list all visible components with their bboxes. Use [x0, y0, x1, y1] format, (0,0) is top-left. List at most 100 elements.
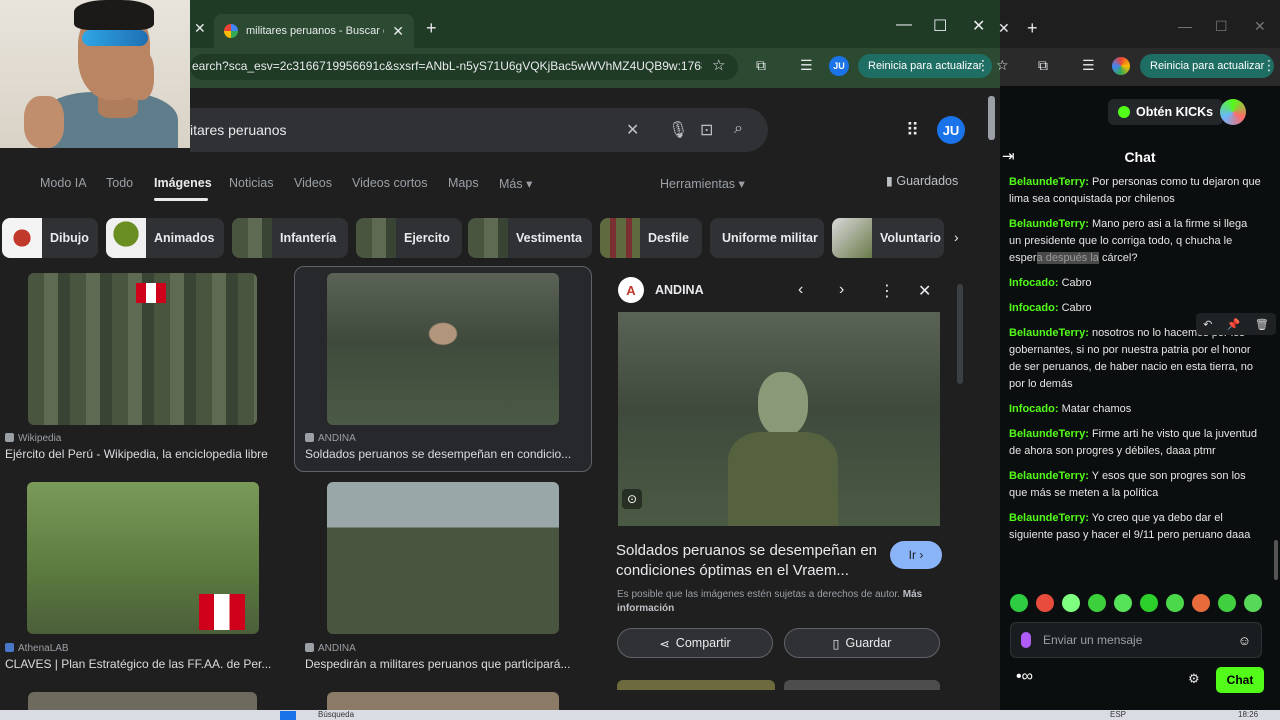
emote-icon[interactable]: [1088, 594, 1106, 612]
chat-message[interactable]: BelaundeTerry: Firme arti he visto que l…: [1009, 426, 1261, 460]
delete-icon[interactable]: 🗑: [1255, 318, 1269, 331]
minimize-icon[interactable]: —: [896, 16, 912, 34]
close-tab-icon[interactable]: ✕: [998, 20, 1010, 37]
language-indicator[interactable]: ESP: [1110, 710, 1126, 719]
emote-icon[interactable]: [1010, 594, 1028, 612]
close-window-icon[interactable]: ✕: [1254, 18, 1266, 35]
get-kicks-button[interactable]: Obtén KICKs: [1108, 99, 1224, 125]
update-button[interactable]: Reinicia para actualizar: [1140, 54, 1275, 78]
tab-search-icon[interactable]: ☰: [800, 57, 813, 74]
lens-search-icon[interactable]: ⊡: [700, 120, 713, 140]
chat-message[interactable]: BelaundeTerry: Mano pero asi a la firme …: [1009, 216, 1261, 267]
chat-message[interactable]: BelaundeTerry: Por personas como tu deja…: [1009, 174, 1261, 208]
tab-noticias[interactable]: Noticias: [229, 176, 273, 190]
more-options-icon[interactable]: ⋮: [879, 281, 895, 301]
chat-message[interactable]: Infocado: Cabro: [1009, 275, 1261, 292]
pin-icon[interactable]: 📌: [1227, 318, 1241, 331]
chip-animados[interactable]: Animados: [106, 218, 224, 258]
maximize-icon[interactable]: ☐: [933, 16, 947, 36]
emote-icon[interactable]: [1062, 594, 1080, 612]
emote-icon[interactable]: [1140, 594, 1158, 612]
address-url[interactable]: earch?sca_esv=2c3166719956691c&sxsrf=ANb…: [192, 59, 702, 73]
chat-username[interactable]: Infocado: [1009, 403, 1055, 415]
tools-button[interactable]: Herramientas ▾: [660, 176, 745, 191]
result-caption[interactable]: Ejército del Perú - Wikipedia, la encicl…: [5, 447, 280, 461]
result-image-6[interactable]: [327, 692, 559, 710]
menu-dots-icon[interactable]: ⋮: [976, 57, 990, 74]
chat-message[interactable]: BelaundeTerry: Yo creo que ya debo dar e…: [1009, 510, 1261, 544]
share-button[interactable]: ⋖ Compartir: [617, 628, 773, 658]
clear-search-icon[interactable]: ✕: [626, 120, 639, 140]
chip-voluntario[interactable]: Voluntario: [832, 218, 944, 258]
tab-modo-ia[interactable]: Modo IA: [40, 176, 87, 190]
tab-videos-cortos[interactable]: Videos cortos: [352, 176, 428, 190]
result-caption[interactable]: Despedirán a militares peruanos que part…: [305, 657, 585, 671]
emote-icon[interactable]: [1166, 594, 1184, 612]
windows-start-icon[interactable]: [280, 711, 296, 720]
result-image-1[interactable]: [28, 273, 257, 425]
chat-message[interactable]: BelaundeTerry: Y esos que son progres so…: [1009, 468, 1261, 502]
menu-dots-icon[interactable]: ⋮: [1262, 57, 1276, 74]
apps-grid-icon[interactable]: ⠿: [906, 120, 919, 141]
tab-videos[interactable]: Videos: [294, 176, 332, 190]
search-input[interactable]: itares peruanos: [190, 122, 287, 138]
gear-icon[interactable]: ⚙: [1188, 671, 1200, 687]
tab-imagenes[interactable]: Imágenes: [154, 176, 212, 190]
bookmark-star-icon[interactable]: ☆: [712, 56, 725, 74]
clock[interactable]: 18:26: [1238, 710, 1258, 719]
chat-message[interactable]: Infocado: Matar chamos: [1009, 401, 1261, 418]
chip-uniforme-militar[interactable]: Uniforme militar: [710, 218, 824, 258]
emote-icon[interactable]: [1114, 594, 1132, 612]
profile-avatar[interactable]: JU: [829, 56, 849, 76]
result-image-4[interactable]: [327, 482, 559, 634]
chat-scrollbar[interactable]: [1274, 540, 1278, 580]
saved-button[interactable]: ▮ Guardados: [886, 173, 958, 188]
preview-image[interactable]: [618, 312, 940, 526]
visit-button[interactable]: Ir ›: [890, 541, 942, 569]
related-image[interactable]: [784, 680, 940, 690]
chat-username[interactable]: Infocado: [1009, 277, 1055, 289]
result-caption[interactable]: Soldados peruanos se desempeñan en condi…: [305, 447, 585, 461]
page-scrollbar[interactable]: [988, 96, 995, 140]
bookmark-star-icon[interactable]: ☆: [996, 57, 1009, 74]
chat-username[interactable]: BelaundeTerry: [1009, 327, 1085, 339]
chat-username[interactable]: BelaundeTerry: [1009, 512, 1085, 524]
lens-icon[interactable]: ⊙: [622, 489, 642, 509]
extensions-icon[interactable]: ⧉: [1038, 57, 1048, 74]
chip-ejercito[interactable]: Ejercito: [356, 218, 462, 258]
tab-todo[interactable]: Todo: [106, 176, 133, 190]
maximize-icon[interactable]: ☐: [1215, 18, 1228, 35]
reply-icon[interactable]: ↶: [1203, 318, 1212, 331]
send-chat-button[interactable]: Chat: [1216, 667, 1264, 693]
tab-maps[interactable]: Maps: [448, 176, 479, 190]
previous-image-icon[interactable]: ‹: [798, 281, 803, 299]
chat-username[interactable]: BelaundeTerry: [1009, 470, 1085, 482]
new-tab-icon[interactable]: +: [1027, 18, 1038, 39]
result-image-5[interactable]: [28, 692, 257, 710]
emote-icon[interactable]: [1192, 594, 1210, 612]
profile-avatar[interactable]: [1112, 57, 1130, 75]
preview-scrollbar[interactable]: [957, 284, 963, 384]
emote-icon[interactable]: [1036, 594, 1054, 612]
user-avatar[interactable]: [1220, 99, 1246, 125]
tab-search-icon[interactable]: ☰: [1082, 57, 1095, 74]
chips-next-icon[interactable]: ›: [954, 229, 959, 245]
emote-icon[interactable]: [1218, 594, 1236, 612]
tab-mas[interactable]: Más ▾: [499, 176, 532, 191]
extensions-icon[interactable]: ⧉: [756, 57, 766, 74]
chat-message[interactable]: BelaundeTerry: nosotros no lo hacemos po…: [1009, 325, 1261, 393]
result-image-3[interactable]: [27, 482, 259, 634]
close-preview-icon[interactable]: ✕: [918, 281, 931, 301]
chat-username[interactable]: Infocado: [1009, 302, 1055, 314]
related-image[interactable]: [617, 680, 775, 690]
preview-title[interactable]: Soldados peruanos se desempeñan en condi…: [616, 541, 886, 581]
voice-search-icon[interactable]: 🎙: [668, 120, 688, 140]
chat-input-box[interactable]: Enviar un mensaje ☺: [1010, 622, 1262, 658]
close-tab-icon[interactable]: ✕: [194, 20, 206, 37]
emote-icon[interactable]: [1244, 594, 1262, 612]
next-image-icon[interactable]: ›: [839, 281, 844, 299]
chat-username[interactable]: BelaundeTerry: [1009, 218, 1085, 230]
infinity-icon[interactable]: •∞: [1016, 668, 1033, 686]
microphone-icon[interactable]: [1021, 632, 1031, 648]
update-button[interactable]: Reinicia para actualizar: [858, 54, 993, 78]
